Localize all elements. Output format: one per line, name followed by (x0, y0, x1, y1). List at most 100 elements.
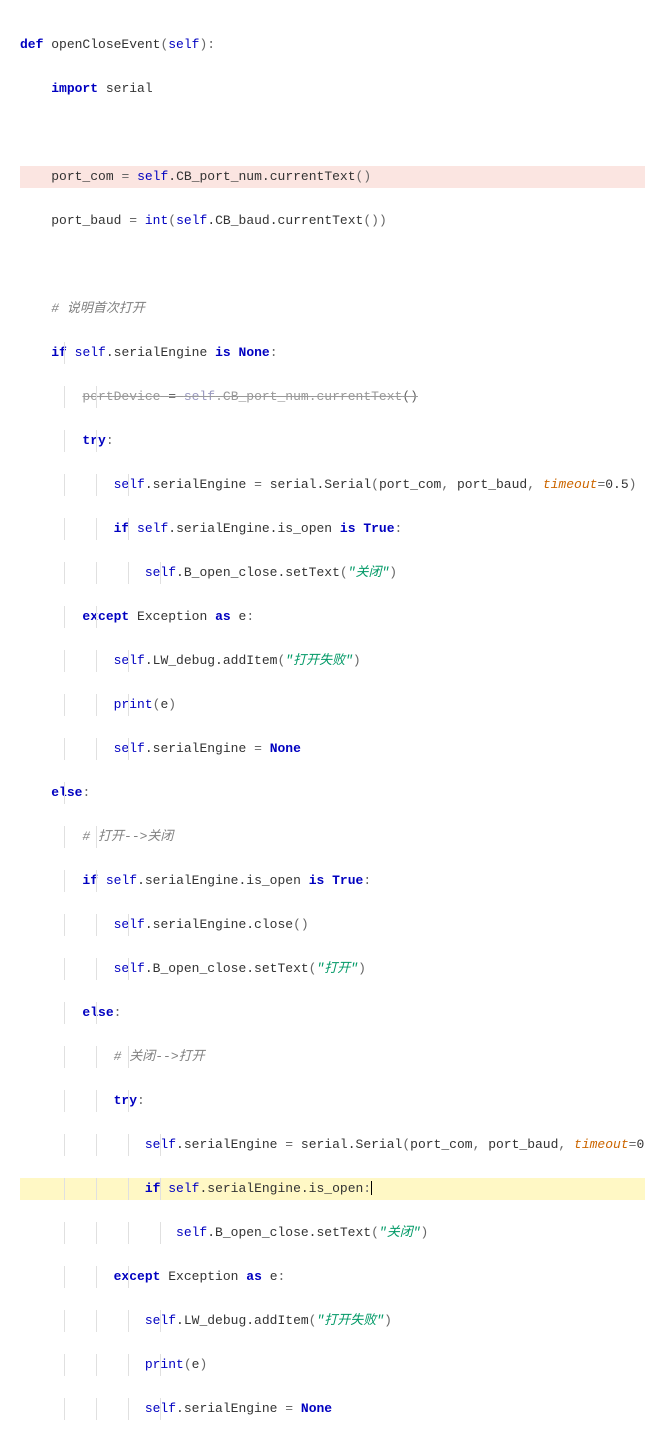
number: 0 (636, 1137, 644, 1152)
code-line: # 说明首次打开 (20, 298, 645, 320)
keyword-else: else (82, 1005, 113, 1020)
self-ref: self (184, 389, 215, 404)
operator: = (129, 213, 137, 228)
keyword-else: else (51, 785, 82, 800)
code-line: # 打开-->关闭 (20, 826, 645, 848)
keyword-except: except (114, 1269, 161, 1284)
string-literal: "关闭" (379, 1225, 421, 1240)
code-line: self.serialEngine.close() (20, 914, 645, 936)
attribute: .CB_baud.currentText (207, 213, 363, 228)
self-ref: self (106, 873, 137, 888)
keyword-try: try (114, 1093, 137, 1108)
code-line: self.B_open_close.setText("关闭") (20, 1222, 645, 1244)
code-line: try: (20, 1090, 645, 1112)
attribute: .serialEngine.is_open (168, 521, 332, 536)
keyword-if: if (145, 1181, 161, 1196)
code-line: self.serialEngine = None (20, 1398, 645, 1420)
keyword-as: as (215, 609, 231, 624)
code-line: self.LW_debug.addItem("打开失败") (20, 650, 645, 672)
code-line (20, 122, 645, 144)
keyword-as: as (246, 1269, 262, 1284)
code-line: port_baud = int(self.CB_baud.currentText… (20, 210, 645, 232)
code-line: except Exception as e: (20, 1266, 645, 1288)
self-ref: self (168, 1181, 199, 1196)
code-line: print(e) (20, 694, 645, 716)
attribute: .CB_port_num.currentText (168, 169, 355, 184)
self-ref: self (137, 169, 168, 184)
arg: port_baud (488, 1137, 558, 1152)
self-ref: self (114, 653, 145, 668)
operator: = (285, 1137, 293, 1152)
operator: = (121, 169, 129, 184)
attribute: .serialEngine.close (145, 917, 293, 932)
self-ref: self (114, 477, 145, 492)
number: 0.5 (605, 477, 628, 492)
code-line: self.serialEngine = None (20, 738, 645, 760)
code-line: if self.serialEngine.is_open is True: (20, 870, 645, 892)
attribute: .serialEngine (145, 741, 246, 756)
attribute: .serialEngine (176, 1137, 277, 1152)
code-line: self.serialEngine = serial.Serial(port_c… (20, 474, 645, 496)
attribute: .CB_port_num.currentText (215, 389, 402, 404)
self-ref: self (114, 961, 145, 976)
attribute: .serialEngine.is_open (137, 873, 301, 888)
string-literal: "打开失败" (285, 653, 353, 668)
exception-type: Exception (168, 1269, 238, 1284)
string-literal: "打开失败" (316, 1313, 384, 1328)
attribute: .LW_debug.addItem (176, 1313, 309, 1328)
attribute: .B_open_close.setText (207, 1225, 371, 1240)
exception-type: Exception (137, 609, 207, 624)
self-ref: self (137, 521, 168, 536)
true-literal: True (363, 521, 394, 536)
code-block: def openCloseEvent(self): import serial … (0, 0, 645, 1454)
operator: = (285, 1401, 293, 1416)
code-line: self.B_open_close.setText("关闭") (20, 562, 645, 584)
builtin-print: print (114, 697, 153, 712)
keyword-try: try (82, 433, 105, 448)
attribute: .B_open_close.setText (145, 961, 309, 976)
text-cursor (371, 1181, 372, 1195)
none-literal: None (239, 345, 270, 360)
keyword-except: except (82, 609, 129, 624)
string-literal: "打开" (316, 961, 358, 976)
attribute: .serialEngine.is_open (199, 1181, 363, 1196)
attribute: .serialEngine (145, 477, 246, 492)
builtin-int: int (145, 213, 168, 228)
code-line: def openCloseEvent(self): (20, 34, 645, 56)
code-line: if self.serialEngine is None: (20, 342, 645, 364)
comment: # 说明首次打开 (51, 301, 145, 316)
code-line: import serial (20, 78, 645, 100)
arg: port_baud (457, 477, 527, 492)
code-line-highlighted: port_com = self.CB_port_num.currentText(… (20, 166, 645, 188)
self-ref: self (114, 741, 145, 756)
code-line: except Exception as e: (20, 606, 645, 628)
attribute: .B_open_close.setText (176, 565, 340, 580)
function-name: openCloseEvent (51, 37, 160, 52)
keyword-def: def (20, 37, 43, 52)
kwarg-name: timeout (543, 477, 598, 492)
code-line-highlighted: if self.serialEngine.is_open: (20, 1178, 645, 1200)
attribute: .serialEngine (176, 1401, 277, 1416)
constructor: serial.Serial (301, 1137, 402, 1152)
self-ref: self (114, 917, 145, 932)
self-ref: self (176, 1225, 207, 1240)
code-line: self.LW_debug.addItem("打开失败") (20, 1310, 645, 1332)
string-literal: "关闭" (348, 565, 390, 580)
code-line: # 关闭-->打开 (20, 1046, 645, 1068)
code-line (20, 254, 645, 276)
kwarg-name: timeout (574, 1137, 629, 1152)
code-line: portDevice = self.CB_port_num.currentTex… (20, 386, 645, 408)
operator: = (168, 389, 176, 404)
code-line: print(e) (20, 1354, 645, 1376)
operator: = (254, 741, 262, 756)
arg: port_com (379, 477, 441, 492)
keyword-if: if (114, 521, 130, 536)
code-line: self.B_open_close.setText("打开") (20, 958, 645, 980)
attribute: .serialEngine (106, 345, 207, 360)
keyword-is: is (309, 873, 325, 888)
none-literal: None (270, 741, 301, 756)
operator: = (254, 477, 262, 492)
code-line: try: (20, 430, 645, 452)
none-literal: None (301, 1401, 332, 1416)
attribute: .LW_debug.addItem (145, 653, 278, 668)
